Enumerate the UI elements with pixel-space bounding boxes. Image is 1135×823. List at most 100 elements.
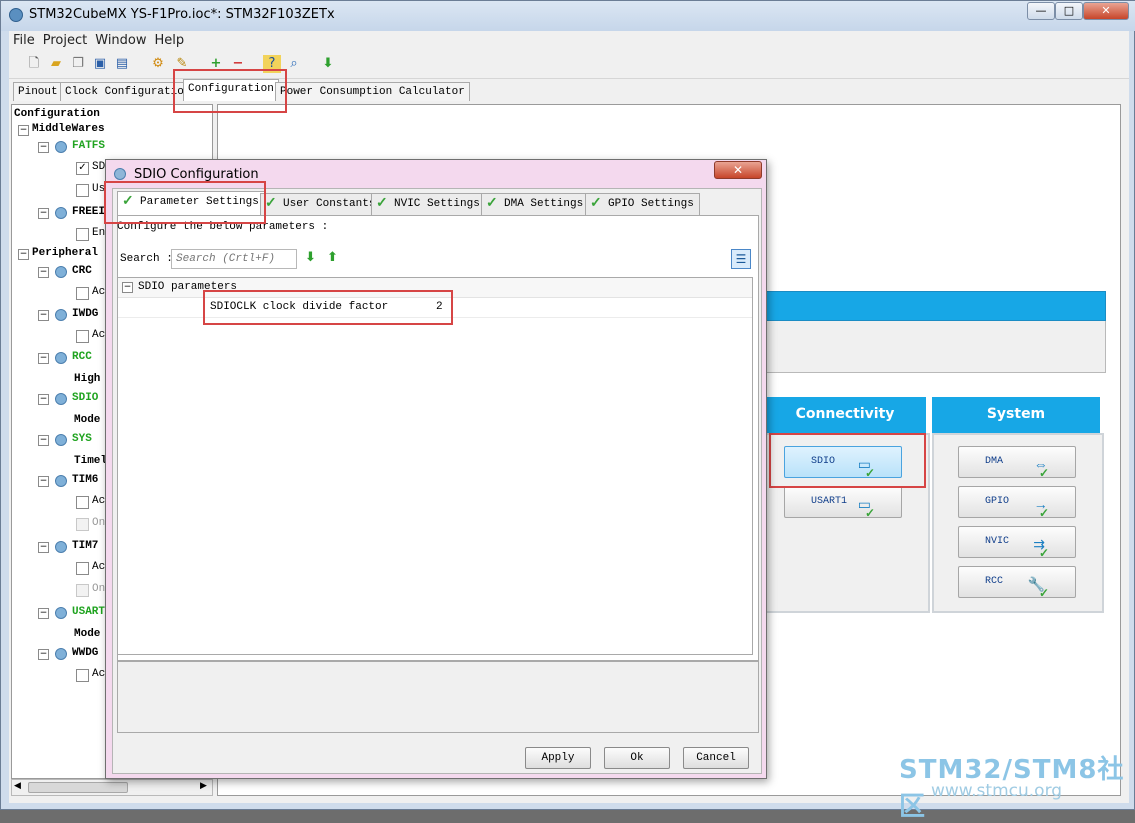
- search-input[interactable]: [171, 249, 297, 269]
- tree-horizontal-scrollbar[interactable]: ◀ ▶: [11, 779, 213, 796]
- collapse-icon[interactable]: −: [18, 125, 29, 136]
- open-folder-icon[interactable]: ▰: [47, 55, 65, 73]
- download-arrow-icon[interactable]: ⬇: [319, 55, 337, 73]
- checkbox-freertos[interactable]: [76, 228, 89, 241]
- scroll-thumb[interactable]: [28, 782, 128, 793]
- collapse-icon[interactable]: −: [38, 353, 49, 364]
- checkbox-sd[interactable]: ✓: [76, 162, 89, 175]
- tab-power-consumption-calculator[interactable]: Power Consumption Calculator: [275, 82, 470, 101]
- highlight-sdio-button: [769, 433, 926, 488]
- collapse-icon[interactable]: −: [38, 649, 49, 660]
- parameter-description-area: [117, 661, 759, 733]
- window-title: STM32CubeMX YS-F1Pro.ioc*: STM32F103ZETx: [29, 7, 335, 22]
- check-icon: ✓: [265, 196, 277, 212]
- tab-pinout[interactable]: Pinout: [13, 82, 63, 101]
- menu-file[interactable]: File: [9, 31, 39, 48]
- tree-tim7-ac: Ac: [92, 561, 106, 573]
- tree-wwdg-ac: Ac: [92, 668, 106, 680]
- tree-iwdg[interactable]: IWDG: [72, 308, 98, 320]
- tree-peripherals[interactable]: Peripheral: [32, 247, 98, 259]
- tree-tim6-ac: Ac: [92, 495, 106, 507]
- checkbox-wwdg[interactable]: [76, 669, 89, 682]
- dialog-close-button[interactable]: ✕: [714, 161, 762, 179]
- check-icon: ✓: [1038, 467, 1049, 481]
- tree-wwdg[interactable]: WWDG: [72, 647, 98, 659]
- checkbox-tim7-onepulse[interactable]: [76, 584, 89, 597]
- dma-button-label: DMA: [985, 456, 1004, 467]
- generate-icon[interactable]: ⚙: [149, 55, 167, 73]
- watermark-url: www.stmcu.org: [931, 781, 1063, 801]
- rcc-button-label: RCC: [985, 576, 1004, 587]
- scroll-left-icon[interactable]: ◀: [14, 781, 21, 791]
- rcc-button[interactable]: RCC 🔧 ✓: [958, 566, 1076, 601]
- tree-crc-ac: Ac: [92, 286, 106, 298]
- gear-icon: [55, 207, 67, 219]
- cancel-button[interactable]: Cancel: [683, 747, 749, 769]
- save-as-icon[interactable]: ▤: [113, 55, 131, 73]
- gpio-button[interactable]: GPIO → ✓: [958, 486, 1076, 521]
- collapse-icon[interactable]: −: [38, 435, 49, 446]
- scroll-right-icon[interactable]: ▶: [200, 781, 207, 791]
- list-view-icon[interactable]: ☰: [731, 249, 751, 269]
- tab-user-constants[interactable]: ✓ User Constants: [260, 193, 382, 215]
- checkbox-iwdg[interactable]: [76, 330, 89, 343]
- tree-tim6[interactable]: TIM6: [72, 474, 98, 486]
- checkbox-usb[interactable]: [76, 184, 89, 197]
- parameter-grid[interactable]: − SDIO parameters SDIOCLK clock divide f…: [117, 277, 753, 655]
- tree-usart[interactable]: USART: [72, 606, 105, 618]
- tree-tim7[interactable]: TIM7: [72, 540, 98, 552]
- checkbox-tim6-activated[interactable]: [76, 496, 89, 509]
- menu-window[interactable]: Window: [91, 31, 150, 48]
- close-button[interactable]: ✕: [1083, 2, 1129, 20]
- collapse-icon[interactable]: −: [18, 249, 29, 260]
- tab-gpio-settings[interactable]: ✓ GPIO Settings: [585, 193, 700, 215]
- collapse-icon[interactable]: −: [38, 608, 49, 619]
- title-bar: STM32CubeMX YS-F1Pro.ioc*: STM32F103ZETx…: [1, 1, 1135, 31]
- usart1-button[interactable]: USART1 ▭ ✓: [784, 486, 902, 521]
- save-icon[interactable]: ▣: [91, 55, 109, 73]
- tree-freertos[interactable]: FREEI: [72, 206, 105, 218]
- nvic-button[interactable]: NVIC ⇉ ✓: [958, 526, 1076, 561]
- tree-sys[interactable]: SYS: [72, 433, 92, 445]
- dialog-app-icon: [114, 168, 126, 180]
- gear-icon: [55, 309, 67, 321]
- maximize-button[interactable]: □: [1055, 2, 1083, 20]
- tree-root: Configuration: [14, 108, 100, 120]
- nvic-button-label: NVIC: [985, 536, 1010, 547]
- collapse-icon[interactable]: −: [38, 476, 49, 487]
- collapse-icon[interactable]: −: [38, 310, 49, 321]
- tree-iwdg-ac: Ac: [92, 329, 106, 341]
- tree-middlewares[interactable]: MiddleWares: [32, 123, 105, 135]
- check-icon: ✓: [864, 507, 875, 521]
- tab-gpio-settings-label: GPIO Settings: [608, 198, 694, 210]
- checkbox-tim7-activated[interactable]: [76, 562, 89, 575]
- menu-project[interactable]: Project: [39, 31, 91, 48]
- tab-dma-settings[interactable]: ✓ DMA Settings: [481, 193, 590, 215]
- tree-crc[interactable]: CRC: [72, 265, 92, 277]
- search-icon[interactable]: ⌕: [285, 55, 303, 73]
- gear-icon: [55, 648, 67, 660]
- collapse-icon[interactable]: −: [38, 142, 49, 153]
- checkbox-tim6-onepulse[interactable]: [76, 518, 89, 531]
- minimize-button[interactable]: —: [1027, 2, 1055, 20]
- search-previous-icon[interactable]: ⬆: [327, 250, 338, 265]
- new-file-icon[interactable]: 🗋: [25, 55, 43, 73]
- apply-button[interactable]: Apply: [525, 747, 591, 769]
- collapse-icon[interactable]: −: [38, 267, 49, 278]
- tab-nvic-settings[interactable]: ✓ NVIC Settings: [371, 193, 486, 215]
- highlight-sdioclk-parameter: [203, 290, 453, 325]
- gear-icon: [55, 393, 67, 405]
- search-next-icon[interactable]: ⬇: [305, 250, 316, 265]
- menu-help[interactable]: Help: [151, 31, 189, 48]
- copy-icon[interactable]: ❐: [69, 55, 87, 73]
- collapse-icon[interactable]: −: [122, 282, 133, 293]
- ok-button[interactable]: Ok: [604, 747, 670, 769]
- tree-fatfs[interactable]: FATFS: [72, 140, 105, 152]
- collapse-icon[interactable]: −: [38, 542, 49, 553]
- tree-sdio[interactable]: SDIO: [72, 392, 98, 404]
- dma-button[interactable]: DMA ⇔ ✓: [958, 446, 1076, 481]
- collapse-icon[interactable]: −: [38, 208, 49, 219]
- collapse-icon[interactable]: −: [38, 394, 49, 405]
- tree-rcc[interactable]: RCC: [72, 351, 92, 363]
- checkbox-crc[interactable]: [76, 287, 89, 300]
